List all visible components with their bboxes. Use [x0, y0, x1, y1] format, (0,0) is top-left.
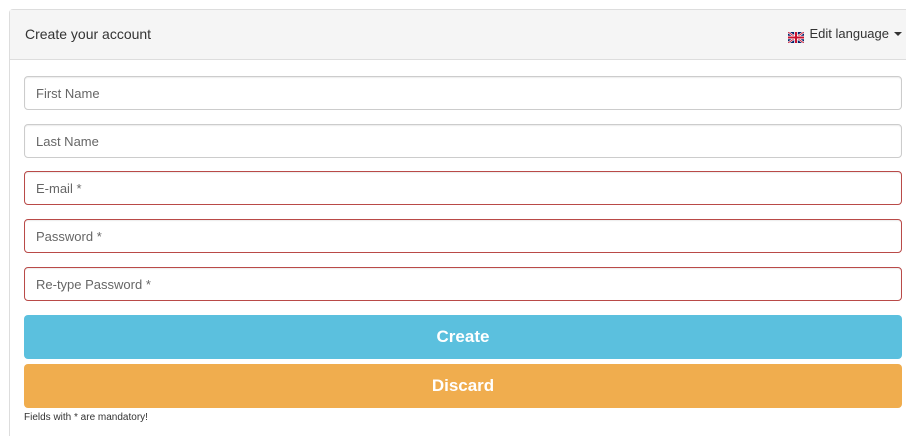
create-button[interactable]: Create — [24, 315, 902, 359]
edit-language-label: Edit language — [809, 26, 889, 41]
edit-language-dropdown[interactable]: Edit language — [787, 24, 902, 44]
first-name-field[interactable] — [24, 76, 902, 110]
password-field[interactable] — [24, 219, 902, 253]
chevron-down-icon — [894, 32, 902, 36]
email-field[interactable] — [24, 171, 902, 205]
mandatory-note: Fields with * are mandatory! — [24, 412, 148, 423]
discard-button[interactable]: Discard — [24, 364, 902, 408]
last-name-field[interactable] — [24, 124, 902, 158]
page-title: Create your account — [25, 26, 152, 42]
panel-heading: Create your account Edit language — [10, 10, 906, 60]
retype-password-field[interactable] — [24, 267, 902, 301]
uk-flag-icon — [787, 29, 806, 44]
